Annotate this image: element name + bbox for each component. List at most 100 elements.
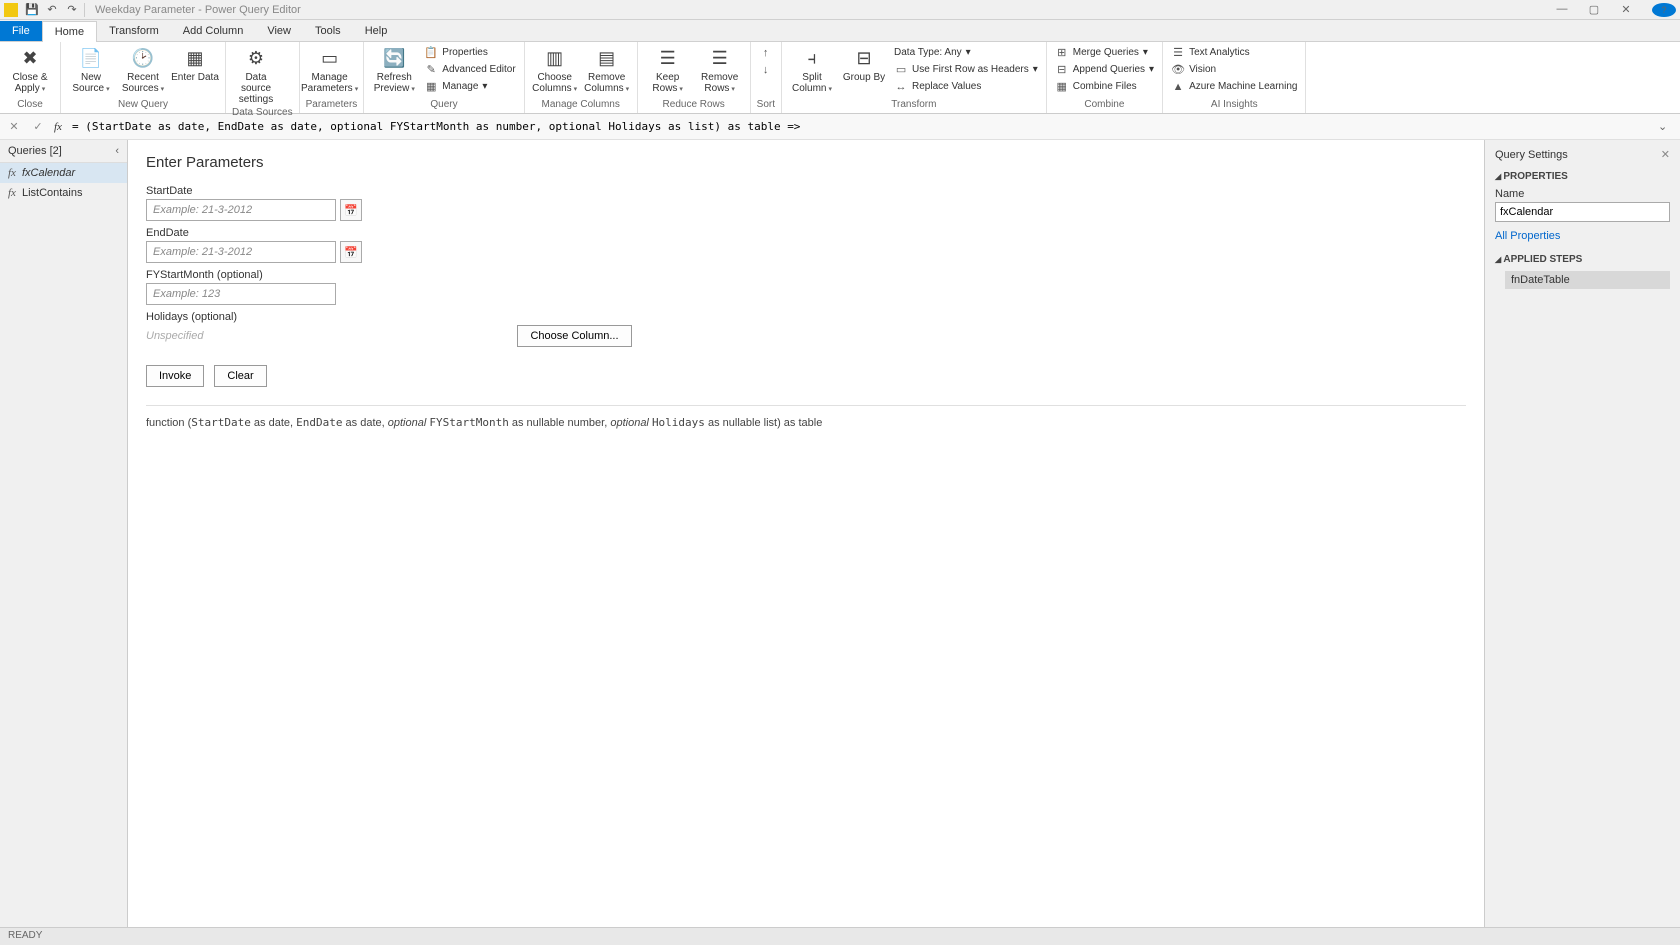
append-icon: ⊟ bbox=[1055, 63, 1069, 77]
manage-button[interactable]: ▦Manage ▾ bbox=[422, 78, 517, 95]
query-settings-title: Query Settings bbox=[1495, 149, 1568, 161]
maximize-button[interactable]: ▢ bbox=[1582, 3, 1606, 17]
combine-files-button[interactable]: ▦Combine Files bbox=[1053, 78, 1156, 95]
text-analytics-button[interactable]: ☰Text Analytics bbox=[1169, 44, 1299, 61]
append-queries-button[interactable]: ⊟Append Queries ▾ bbox=[1053, 61, 1156, 78]
text-analytics-icon: ☰ bbox=[1171, 46, 1185, 60]
function-icon: fx bbox=[8, 187, 16, 199]
expand-formula-button[interactable]: ⌄ bbox=[1658, 120, 1678, 133]
parameters-icon: ▭ bbox=[318, 46, 342, 70]
merge-queries-button[interactable]: ⊞Merge Queries ▾ bbox=[1053, 44, 1156, 61]
use-first-row-button[interactable]: ▭Use First Row as Headers ▾ bbox=[892, 61, 1040, 78]
remove-rows-icon: ☰ bbox=[708, 46, 732, 70]
enddate-picker-button[interactable]: 📅 bbox=[340, 241, 362, 263]
choose-column-button[interactable]: Choose Column... bbox=[517, 325, 631, 347]
advanced-editor-button[interactable]: ✎Advanced Editor bbox=[422, 61, 517, 78]
close-apply-button[interactable]: ✖ Close & Apply bbox=[6, 44, 54, 95]
split-column-button[interactable]: ⫞Split Column bbox=[788, 44, 836, 95]
tab-tools[interactable]: Tools bbox=[303, 21, 353, 41]
fystartmonth-label: FYStartMonth (optional) bbox=[146, 269, 1466, 281]
formula-input[interactable] bbox=[66, 120, 1658, 133]
data-source-settings-button[interactable]: ⚙Data source settings bbox=[232, 44, 280, 105]
enter-data-icon: ▦ bbox=[183, 46, 207, 70]
fx-icon: fx bbox=[54, 121, 62, 133]
recent-sources-button[interactable]: 🕑Recent Sources bbox=[119, 44, 167, 95]
cancel-formula-button[interactable]: ✕ bbox=[2, 116, 26, 138]
sort-desc-icon: ↓ bbox=[759, 63, 773, 77]
redo-icon[interactable]: ↷ bbox=[64, 2, 80, 18]
invoke-button[interactable]: Invoke bbox=[146, 365, 204, 387]
startdate-picker-button[interactable]: 📅 bbox=[340, 199, 362, 221]
choose-columns-icon: ▥ bbox=[543, 46, 567, 70]
refresh-icon: 🔄 bbox=[382, 46, 406, 70]
properties-section[interactable]: PROPERTIES bbox=[1495, 171, 1670, 182]
tab-add-column[interactable]: Add Column bbox=[171, 21, 256, 41]
split-icon: ⫞ bbox=[800, 46, 824, 70]
manage-icon: ▦ bbox=[424, 80, 438, 94]
tab-view[interactable]: View bbox=[255, 21, 303, 41]
name-label: Name bbox=[1495, 188, 1670, 200]
status-text: READY bbox=[8, 930, 42, 941]
app-icon bbox=[4, 3, 18, 17]
all-properties-link[interactable]: All Properties bbox=[1495, 230, 1670, 242]
enter-parameters-title: Enter Parameters bbox=[146, 154, 1466, 171]
tab-home[interactable]: Home bbox=[42, 21, 97, 42]
query-item-fxcalendar[interactable]: fx fxCalendar bbox=[0, 163, 127, 183]
tab-transform[interactable]: Transform bbox=[97, 21, 171, 41]
replace-icon: ↔ bbox=[894, 80, 908, 94]
choose-columns-button[interactable]: ▥Choose Columns bbox=[531, 44, 579, 95]
vision-button[interactable]: 👁Vision bbox=[1169, 61, 1299, 78]
undo-icon[interactable]: ↶ bbox=[44, 2, 60, 18]
query-name-input[interactable] bbox=[1495, 202, 1670, 222]
replace-values-button[interactable]: ↔Replace Values bbox=[892, 78, 1040, 95]
function-icon: fx bbox=[8, 167, 16, 179]
function-signature: function (StartDate as date, EndDate as … bbox=[146, 405, 1466, 429]
group-by-button[interactable]: ⊟Group By bbox=[840, 44, 888, 83]
applied-steps-section[interactable]: APPLIED STEPS bbox=[1495, 254, 1670, 265]
tab-file[interactable]: File bbox=[0, 21, 42, 41]
remove-columns-icon: ▤ bbox=[595, 46, 619, 70]
fystartmonth-input[interactable] bbox=[146, 283, 336, 305]
enter-data-button[interactable]: ▦Enter Data bbox=[171, 44, 219, 83]
data-type-button[interactable]: Data Type: Any ▾ bbox=[892, 44, 1040, 61]
new-source-icon: 📄 bbox=[79, 46, 103, 70]
enddate-label: EndDate bbox=[146, 227, 1466, 239]
minimize-button[interactable]: — bbox=[1550, 3, 1574, 17]
merge-icon: ⊞ bbox=[1055, 46, 1069, 60]
close-apply-icon: ✖ bbox=[18, 46, 42, 70]
queries-header: Queries [2] bbox=[8, 145, 62, 157]
holidays-unspecified: Unspecified bbox=[146, 330, 203, 342]
group-icon: ⊟ bbox=[852, 46, 876, 70]
sort-asc-icon: ↑ bbox=[759, 46, 773, 60]
close-button[interactable]: ✕ bbox=[1614, 3, 1638, 17]
save-icon[interactable]: 💾 bbox=[24, 2, 40, 18]
clear-button[interactable]: Clear bbox=[214, 365, 266, 387]
properties-button[interactable]: 📋Properties bbox=[422, 44, 517, 61]
azure-ml-button[interactable]: ▲Azure Machine Learning bbox=[1169, 78, 1299, 95]
close-settings-button[interactable]: ✕ bbox=[1661, 148, 1670, 161]
keep-rows-icon: ☰ bbox=[656, 46, 680, 70]
refresh-preview-button[interactable]: 🔄Refresh Preview bbox=[370, 44, 418, 95]
window-title: Weekday Parameter - Power Query Editor bbox=[95, 4, 301, 16]
vision-icon: 👁 bbox=[1171, 63, 1185, 77]
keep-rows-button[interactable]: ☰Keep Rows bbox=[644, 44, 692, 95]
manage-parameters-button[interactable]: ▭Manage Parameters bbox=[306, 44, 354, 95]
azure-ml-icon: ▲ bbox=[1171, 80, 1185, 94]
new-source-button[interactable]: 📄New Source bbox=[67, 44, 115, 95]
properties-icon: 📋 bbox=[424, 46, 438, 60]
remove-columns-button[interactable]: ▤Remove Columns bbox=[583, 44, 631, 95]
combine-icon: ▦ bbox=[1055, 80, 1069, 94]
accept-formula-button[interactable]: ✓ bbox=[26, 116, 50, 138]
sort-asc-button[interactable]: ↑ bbox=[757, 44, 775, 61]
startdate-input[interactable] bbox=[146, 199, 336, 221]
recent-sources-icon: 🕑 bbox=[131, 46, 155, 70]
holidays-label: Holidays (optional) bbox=[146, 311, 1466, 323]
remove-rows-button[interactable]: ☰Remove Rows bbox=[696, 44, 744, 95]
tab-help[interactable]: Help bbox=[353, 21, 400, 41]
applied-step-fndatetable[interactable]: fnDateTable bbox=[1505, 271, 1670, 289]
query-item-listcontains[interactable]: fx ListContains bbox=[0, 183, 127, 203]
help-icon[interactable]: ? bbox=[1652, 3, 1676, 17]
enddate-input[interactable] bbox=[146, 241, 336, 263]
collapse-queries-button[interactable]: ‹ bbox=[115, 145, 119, 157]
sort-desc-button[interactable]: ↓ bbox=[757, 61, 775, 78]
